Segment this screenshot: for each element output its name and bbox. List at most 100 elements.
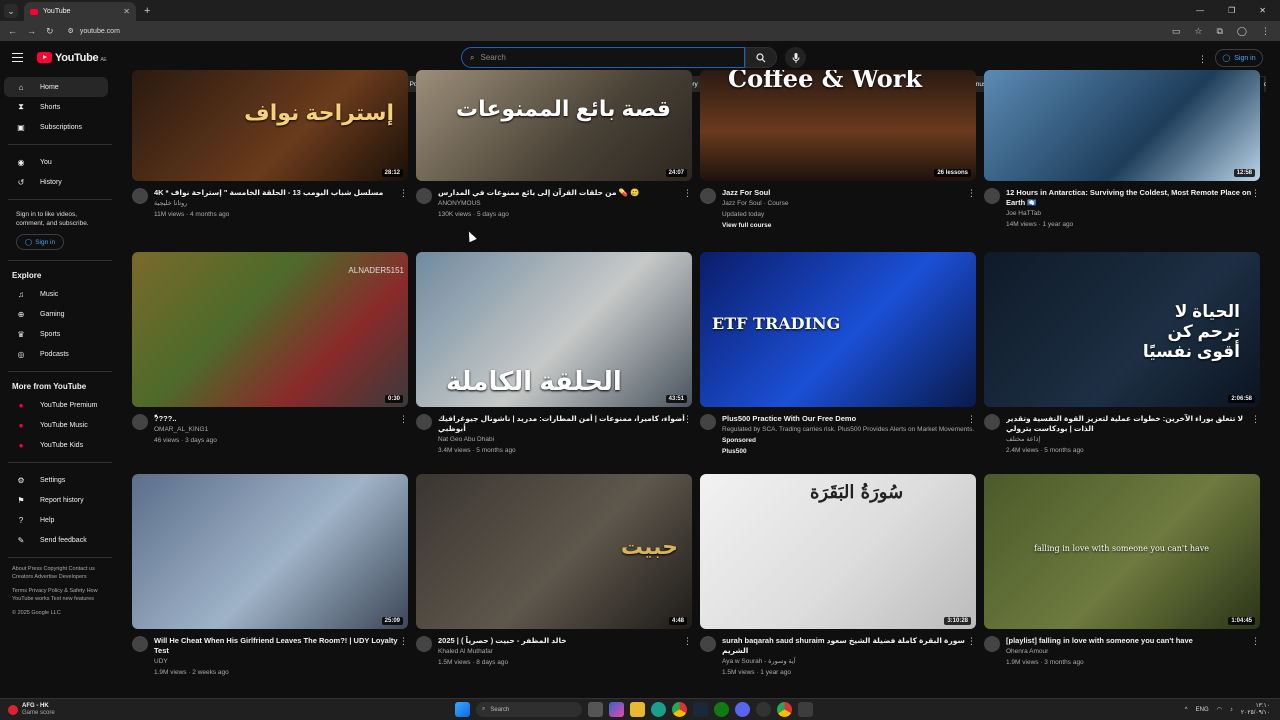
windows-start-icon[interactable] bbox=[455, 702, 470, 717]
channel-avatar[interactable] bbox=[984, 188, 1000, 204]
sidebar-item-subscriptions[interactable]: ▣ Subscriptions bbox=[4, 117, 108, 137]
channel-name[interactable]: OMAR_AL_KING1 bbox=[154, 424, 408, 435]
search-button[interactable] bbox=[745, 47, 777, 68]
channel-name[interactable]: UDY bbox=[154, 656, 408, 667]
sidebar-item-report-history[interactable]: ⚑ Report history bbox=[4, 490, 108, 510]
sidebar-item-history[interactable]: ↺ History bbox=[4, 172, 108, 192]
video-title[interactable]: خالد المظفر - حبيت ( حصرياً ) | 2025 bbox=[438, 636, 692, 646]
channel-name[interactable]: Nat Geo Abu Dhabi bbox=[438, 434, 692, 445]
sidebar-item-youtube-music[interactable]: ● YouTube Music bbox=[4, 415, 108, 435]
sidebar-item-you[interactable]: ◉ You bbox=[4, 152, 108, 172]
browser-menu-icon[interactable]: ⋮ bbox=[1261, 26, 1270, 37]
video-thumbnail[interactable]: falling in love with someone you can't h… bbox=[984, 474, 1260, 629]
channel-avatar[interactable] bbox=[984, 636, 1000, 652]
video-title[interactable]: 12 Hours in Antarctica: Surviving the Co… bbox=[1006, 188, 1260, 208]
channel-avatar[interactable] bbox=[984, 414, 1000, 430]
tab-list-button[interactable]: ⌄ bbox=[4, 3, 18, 18]
restore-icon[interactable]: ❐ bbox=[1228, 6, 1235, 15]
channel-avatar[interactable] bbox=[132, 636, 148, 652]
taskbar-search[interactable]: ⌕ Search bbox=[476, 702, 582, 717]
video-options-icon[interactable]: ⋮ bbox=[1251, 414, 1260, 425]
back-icon[interactable]: ← bbox=[8, 26, 17, 37]
sidebar-item-settings[interactable]: ⚙ Settings bbox=[4, 470, 108, 490]
video-card[interactable]: 12:58 12 Hours in Antarctica: Surviving … bbox=[984, 70, 1260, 230]
channel-avatar[interactable] bbox=[700, 188, 716, 204]
voice-search-button[interactable] bbox=[785, 47, 806, 68]
video-title[interactable]: Plus500 Practice With Our Free Demo bbox=[722, 414, 976, 424]
chrome-icon[interactable] bbox=[672, 702, 687, 717]
channel-name[interactable]: Ohenra Amour bbox=[1006, 646, 1260, 657]
sidebar-item-shorts[interactable]: ⧗ Shorts bbox=[4, 97, 108, 117]
video-card[interactable]: ALNADER5151 0:30 ٌٌٌٌٌٌٌٌٌٌٌ????.. OMAR_… bbox=[132, 252, 408, 446]
video-title[interactable]: أضواء، كاميرا، ممنوعات | أمن المطارات: م… bbox=[438, 414, 692, 434]
channel-avatar[interactable] bbox=[416, 636, 432, 652]
channel-name[interactable]: Jazz For Soul · Course bbox=[722, 198, 976, 209]
video-thumbnail[interactable]: إستراحة نواف 28:12 bbox=[132, 70, 408, 181]
channel-name[interactable]: إذاعة مختلف bbox=[1006, 434, 1260, 445]
channel-avatar[interactable] bbox=[416, 414, 432, 430]
video-card[interactable]: 25:09 Will He Cheat When His Girlfriend … bbox=[132, 474, 408, 678]
channel-avatar[interactable] bbox=[416, 188, 432, 204]
sidebar-item-send-feedback[interactable]: ✎ Send feedback bbox=[4, 530, 108, 550]
sidebar-signin-button[interactable]: ◯ Sign in bbox=[16, 234, 64, 250]
video-options-icon[interactable]: ⋮ bbox=[967, 188, 976, 199]
channel-name[interactable]: Khaled Al Muthafar bbox=[438, 646, 692, 657]
steam-icon[interactable] bbox=[693, 702, 708, 717]
minimize-icon[interactable]: — bbox=[1196, 6, 1204, 15]
video-card[interactable]: حبيت 4:48 خالد المظفر - حبيت ( حصرياً ) … bbox=[416, 474, 692, 668]
video-options-icon[interactable]: ⋮ bbox=[683, 188, 692, 199]
video-thumbnail[interactable]: 12:58 bbox=[984, 70, 1260, 181]
wifi-icon[interactable]: ◠ bbox=[1217, 706, 1222, 713]
video-options-icon[interactable]: ⋮ bbox=[967, 414, 976, 425]
copilot-icon[interactable] bbox=[609, 702, 624, 717]
clock[interactable]: ١٣:١٠ ٢٠٢٥/٠٩/١٠ bbox=[1241, 703, 1270, 717]
reload-icon[interactable]: ↻ bbox=[46, 26, 54, 37]
video-card[interactable]: إستراحة نواف 28:12 4K * مسلسل شباب البوم… bbox=[132, 70, 408, 220]
app-icon[interactable] bbox=[798, 702, 813, 717]
video-thumbnail[interactable]: الحياة لا ترحم كن أقوى نفسيًا 2:06:58 bbox=[984, 252, 1260, 407]
hamburger-menu-icon[interactable] bbox=[12, 53, 23, 62]
profile-icon[interactable]: ◯ bbox=[1237, 26, 1247, 37]
footer-links-primary[interactable]: About Press Copyright Contact us Creator… bbox=[0, 565, 112, 581]
xbox-icon[interactable] bbox=[714, 702, 729, 717]
sidebar-item-gaming[interactable]: ⊕ Gaming bbox=[4, 304, 108, 324]
close-window-icon[interactable]: ✕ bbox=[1259, 6, 1266, 15]
bookmark-star-icon[interactable]: ☆ bbox=[1194, 26, 1202, 37]
video-title[interactable]: من حلقات القرآن إلى بائع ممنوعات في المد… bbox=[438, 188, 692, 198]
video-thumbnail[interactable]: حبيت 4:48 bbox=[416, 474, 692, 629]
video-title[interactable]: 4K * مسلسل شباب البومب 13 - الحلقة الخام… bbox=[154, 188, 408, 198]
header-signin-button[interactable]: ◯ Sign in bbox=[1215, 49, 1263, 67]
video-thumbnail[interactable]: ALNADER5151 0:30 bbox=[132, 252, 408, 407]
github-icon[interactable] bbox=[756, 702, 771, 717]
edge-icon[interactable] bbox=[651, 702, 666, 717]
weather-widget[interactable]: AFG - HK Game score bbox=[8, 703, 55, 717]
channel-name[interactable]: Aya w Sourah - آية وسورة bbox=[722, 656, 976, 667]
channel-avatar[interactable] bbox=[700, 414, 716, 430]
video-card[interactable]: قصة بائع الممنوعات 24:07 من حلقات القرآن… bbox=[416, 70, 692, 220]
video-title[interactable]: Will He Cheat When His Girlfriend Leaves… bbox=[154, 636, 408, 656]
channel-name[interactable]: Joe HaTTab bbox=[1006, 208, 1260, 219]
video-title[interactable]: surah baqarah saud shuraim سورة البقرة ك… bbox=[722, 636, 976, 656]
sidebar-item-youtube-premium[interactable]: ● YouTube Premium bbox=[4, 395, 108, 415]
forward-icon[interactable]: → bbox=[27, 26, 36, 37]
channel-name[interactable]: روتانا خليجية bbox=[154, 198, 408, 209]
task-view-icon[interactable] bbox=[588, 702, 603, 717]
video-thumbnail[interactable]: ETF TRADING bbox=[700, 252, 976, 407]
video-options-icon[interactable]: ⋮ bbox=[683, 414, 692, 425]
video-extra-link[interactable]: View full course bbox=[722, 220, 976, 231]
video-thumbnail[interactable]: سُورَةُ البَقَرَة 3:10:28 bbox=[700, 474, 976, 629]
video-card[interactable]: falling in love with someone you can't h… bbox=[984, 474, 1260, 668]
video-options-icon[interactable]: ⋮ bbox=[1251, 188, 1260, 199]
address-bar[interactable]: ⚙ youtube.com bbox=[68, 27, 120, 36]
video-card[interactable]: Coffee & Work 26 lessons Jazz For Soul J… bbox=[700, 70, 976, 231]
footer-links-secondary[interactable]: Terms Privacy Policy & Safety How YouTub… bbox=[0, 587, 112, 603]
sidebar-item-home[interactable]: ⌂ Home bbox=[4, 77, 108, 97]
search-input[interactable]: ⌕ Search bbox=[461, 47, 745, 68]
close-tab-icon[interactable]: ✕ bbox=[123, 7, 130, 16]
channel-avatar[interactable] bbox=[132, 188, 148, 204]
video-card[interactable]: الحياة لا ترحم كن أقوى نفسيًا 2:06:58 لا… bbox=[984, 252, 1260, 456]
video-thumbnail[interactable]: Coffee & Work 26 lessons bbox=[700, 70, 976, 181]
settings-kebab-icon[interactable]: ⋮ bbox=[1198, 54, 1207, 65]
sidebar-item-sports[interactable]: ♛ Sports bbox=[4, 324, 108, 344]
video-options-icon[interactable]: ⋮ bbox=[967, 636, 976, 647]
